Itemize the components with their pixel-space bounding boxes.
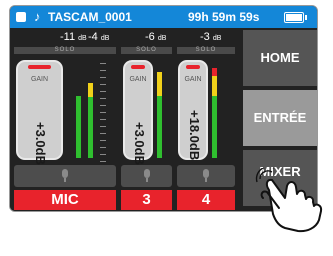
gain-fader-1[interactable]: GAIN +3.0dB	[16, 60, 63, 165]
microphone-icon	[62, 169, 68, 178]
channel-area: -11 dB -4 dB SOLO GAIN +3.0dB MIC -6 dB …	[10, 28, 240, 211]
mic-button-1[interactable]	[14, 165, 116, 187]
entree-button[interactable]: ENTRÉE	[243, 90, 317, 146]
channel-3-peak: -3 dB	[200, 31, 222, 43]
remaining-time: 99h 59m 59s	[188, 10, 260, 24]
channel-1-peak: -11 dB	[60, 31, 87, 43]
fader-indicator	[28, 65, 51, 69]
gain-label: GAIN	[30, 76, 49, 83]
battery-icon	[284, 12, 307, 23]
gain-value: +18.0dB	[187, 110, 202, 161]
level-meter-2-peak	[157, 72, 162, 96]
meter-scale-1	[100, 63, 106, 163]
microphone-icon	[203, 169, 209, 178]
solo-button-3[interactable]: SOLO	[177, 47, 235, 54]
microphone-icon	[143, 169, 150, 178]
gain-value: +3.0dB	[33, 122, 48, 165]
home-button[interactable]: HOME	[243, 30, 317, 86]
level-meter-3-peak	[212, 76, 217, 96]
tapping-hand-icon	[255, 168, 323, 233]
gain-value: +3.0dB	[132, 122, 147, 165]
channel-1-peak-2: -4 dB	[88, 31, 110, 43]
mic-button-2[interactable]	[121, 165, 172, 187]
music-note-icon: ♪	[34, 9, 41, 24]
level-meter-1-right-peak	[88, 83, 93, 97]
level-meter-2	[157, 96, 162, 158]
status-bar: ♪ TASCAM_0001 99h 59m 59s	[10, 6, 317, 28]
stop-square-icon	[16, 12, 26, 22]
input-label-3[interactable]: 4	[177, 190, 235, 210]
gain-fader-2[interactable]: GAIN +3.0dB	[123, 60, 153, 165]
gain-label: GAIN	[129, 76, 147, 83]
level-meter-1-left	[76, 96, 81, 158]
input-label-2[interactable]: 3	[121, 190, 172, 210]
gain-fader-3[interactable]: GAIN +18.0dB	[178, 60, 208, 160]
channel-2-peak: -6 dB	[145, 31, 167, 43]
solo-button-2[interactable]: SOLO	[121, 47, 172, 54]
gain-label: GAIN	[184, 76, 202, 83]
level-meter-1-right	[88, 97, 93, 158]
fader-indicator	[131, 65, 145, 69]
fader-indicator	[186, 65, 200, 69]
mic-button-3[interactable]	[177, 165, 235, 187]
level-meter-3	[212, 96, 217, 158]
level-meter-3-clip	[212, 68, 217, 76]
solo-button-1[interactable]: SOLO	[14, 47, 116, 54]
input-label-1[interactable]: MIC	[14, 190, 116, 210]
file-name: TASCAM_0001	[48, 10, 132, 24]
